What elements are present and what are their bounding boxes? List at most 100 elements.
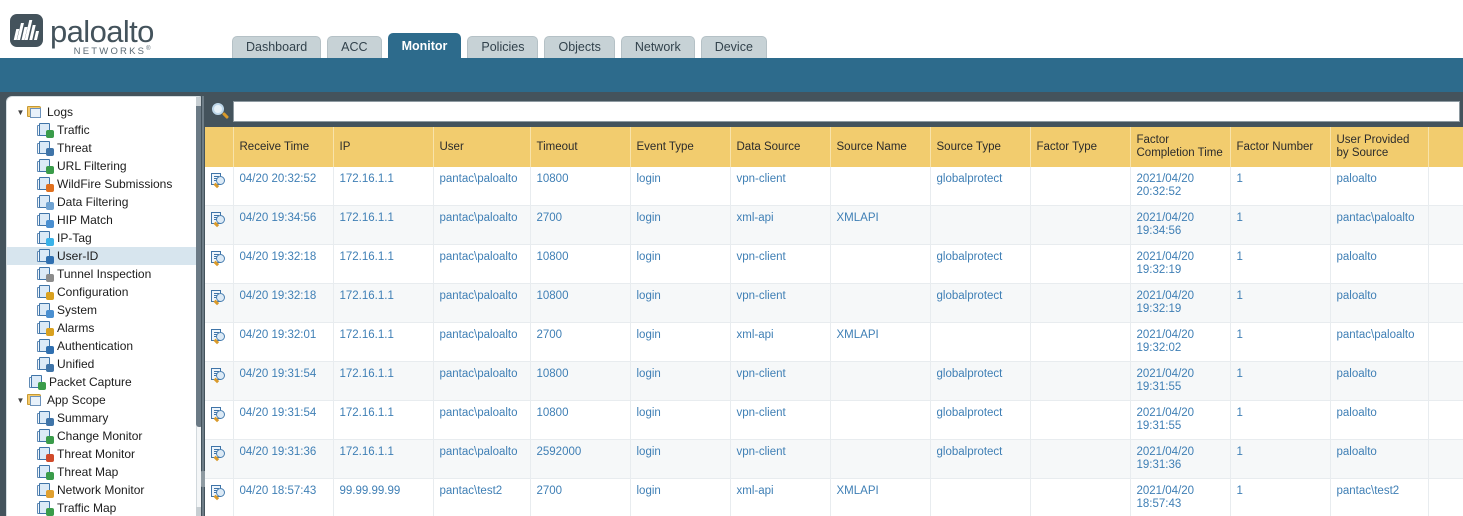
- detail-cell[interactable]: [205, 361, 234, 401]
- log-detail-icon[interactable]: [211, 329, 226, 344]
- table-row[interactable]: 04/20 20:32:52 172.16.1.1 pantac\paloalto 1…: [205, 167, 1463, 206]
- log-detail-icon[interactable]: [211, 251, 226, 266]
- cell-factor_completion_time[interactable]: 2021/04/20 19:32:02: [1130, 322, 1231, 362]
- cell-user_provided_by_source[interactable]: paloalto: [1330, 400, 1429, 440]
- cell-factor_number[interactable]: 1: [1230, 439, 1331, 479]
- cell-event_type[interactable]: login: [630, 283, 731, 323]
- tab-network[interactable]: Network: [620, 36, 695, 58]
- sidebar-item-user-id[interactable]: User-ID: [7, 247, 199, 265]
- column-header-factor_completion_time[interactable]: Factor Completion Time: [1130, 127, 1231, 167]
- column-header-data_source[interactable]: Data Source: [730, 127, 831, 167]
- cell-factor_number[interactable]: 1: [1230, 478, 1331, 516]
- column-header-factor_type[interactable]: Factor Type: [1030, 127, 1131, 167]
- sidebar-item-threat-map[interactable]: Threat Map: [7, 463, 199, 481]
- cell-user_provided_by_source[interactable]: paloalto: [1330, 244, 1429, 284]
- cell-source_name[interactable]: [830, 167, 931, 206]
- cell-ip[interactable]: 172.16.1.1: [333, 244, 434, 284]
- tab-device[interactable]: Device: [700, 36, 767, 58]
- column-header-ip[interactable]: IP: [333, 127, 434, 167]
- table-row[interactable]: 04/20 19:32:01 172.16.1.1 pantac\paloalto 2…: [205, 322, 1463, 362]
- cell-ip[interactable]: 172.16.1.1: [333, 167, 434, 206]
- cell-timeout[interactable]: 2700: [530, 322, 631, 362]
- cell-factor_completion_time[interactable]: 2021/04/20 19:32:19: [1130, 244, 1231, 284]
- cell-user[interactable]: pantac\paloalto: [433, 322, 531, 362]
- cell-source_type[interactable]: globalprotect: [930, 283, 1031, 323]
- detail-cell[interactable]: [205, 167, 234, 206]
- cell-data_source[interactable]: xml-api: [730, 322, 831, 362]
- cell-source_name[interactable]: [830, 244, 931, 284]
- cell-ip[interactable]: 172.16.1.1: [333, 205, 434, 245]
- cell-source_type[interactable]: globalprotect: [930, 400, 1031, 440]
- sidebar-item-ip-tag[interactable]: IP-Tag: [7, 229, 199, 247]
- log-detail-icon[interactable]: [211, 290, 226, 305]
- cell-receive_time[interactable]: 04/20 19:31:54: [233, 400, 334, 440]
- cell-user_provided_by_source[interactable]: paloalto: [1330, 167, 1429, 206]
- cell-user[interactable]: pantac\paloalto: [433, 439, 531, 479]
- cell-factor_number[interactable]: 1: [1230, 361, 1331, 401]
- cell-source_name[interactable]: XMLAPI: [830, 205, 931, 245]
- tab-monitor[interactable]: Monitor: [387, 33, 462, 58]
- cell-user_provided_by_source[interactable]: paloalto: [1330, 439, 1429, 479]
- cell-factor_completion_time[interactable]: 2021/04/20 20:32:52: [1130, 167, 1231, 206]
- cell-source_type[interactable]: [930, 322, 1031, 362]
- cell-user[interactable]: pantac\paloalto: [433, 167, 531, 206]
- column-header-event_type[interactable]: Event Type: [630, 127, 731, 167]
- cell-factor_type[interactable]: [1030, 244, 1131, 284]
- sidebar-item-hip-match[interactable]: HIP Match: [7, 211, 199, 229]
- cell-factor_type[interactable]: [1030, 322, 1131, 362]
- cell-user[interactable]: pantac\paloalto: [433, 205, 531, 245]
- column-header-source_name[interactable]: Source Name: [830, 127, 931, 167]
- cell-factor_type[interactable]: [1030, 167, 1131, 206]
- cell-source_name[interactable]: [830, 439, 931, 479]
- cell-event_type[interactable]: login: [630, 244, 731, 284]
- cell-user_provided_by_source[interactable]: pantac\paloalto: [1330, 205, 1429, 245]
- column-header-detail[interactable]: [205, 127, 234, 167]
- cell-timeout[interactable]: 10800: [530, 400, 631, 440]
- detail-cell[interactable]: [205, 439, 234, 479]
- cell-receive_time[interactable]: 04/20 19:32:18: [233, 283, 334, 323]
- sidebar-item-alarms[interactable]: Alarms: [7, 319, 199, 337]
- cell-factor_completion_time[interactable]: 2021/04/20 19:31:55: [1130, 361, 1231, 401]
- tab-policies[interactable]: Policies: [467, 36, 539, 58]
- cell-source_type[interactable]: globalprotect: [930, 361, 1031, 401]
- tab-objects[interactable]: Objects: [544, 36, 615, 58]
- sidebar-item-app-scope[interactable]: ▼ App Scope: [7, 391, 199, 409]
- table-row[interactable]: 04/20 19:32:18 172.16.1.1 pantac\paloalto 1…: [205, 244, 1463, 284]
- cell-timeout[interactable]: 10800: [530, 167, 631, 206]
- column-header-user[interactable]: User: [433, 127, 531, 167]
- tab-dashboard[interactable]: Dashboard: [232, 36, 322, 58]
- sidebar-item-tunnel-inspection[interactable]: Tunnel Inspection: [7, 265, 199, 283]
- cell-event_type[interactable]: login: [630, 478, 731, 516]
- cell-factor_number[interactable]: 1: [1230, 167, 1331, 206]
- cell-data_source[interactable]: vpn-client: [730, 244, 831, 284]
- table-row[interactable]: 04/20 19:32:18 172.16.1.1 pantac\paloalto 1…: [205, 283, 1463, 323]
- cell-data_source[interactable]: vpn-client: [730, 167, 831, 206]
- cell-factor_number[interactable]: 1: [1230, 205, 1331, 245]
- sidebar-item-logs[interactable]: ▼ Logs: [7, 103, 199, 121]
- detail-cell[interactable]: [205, 283, 234, 323]
- cell-factor_number[interactable]: 1: [1230, 244, 1331, 284]
- cell-user[interactable]: pantac\test2: [433, 478, 531, 516]
- detail-cell[interactable]: [205, 205, 234, 245]
- cell-timeout[interactable]: 10800: [530, 361, 631, 401]
- cell-source_type[interactable]: globalprotect: [930, 439, 1031, 479]
- cell-receive_time[interactable]: 04/20 19:31:36: [233, 439, 334, 479]
- cell-factor_type[interactable]: [1030, 283, 1131, 323]
- cell-factor_completion_time[interactable]: 2021/04/20 19:31:55: [1130, 400, 1231, 440]
- cell-factor_type[interactable]: [1030, 361, 1131, 401]
- cell-factor_type[interactable]: [1030, 205, 1131, 245]
- cell-source_type[interactable]: globalprotect: [930, 244, 1031, 284]
- cell-event_type[interactable]: login: [630, 361, 731, 401]
- cell-ip[interactable]: 99.99.99.99: [333, 478, 434, 516]
- cell-factor_type[interactable]: [1030, 478, 1131, 516]
- cell-event_type[interactable]: login: [630, 205, 731, 245]
- cell-user_provided_by_source[interactable]: paloalto: [1330, 283, 1429, 323]
- cell-user_provided_by_source[interactable]: pantac\paloalto: [1330, 322, 1429, 362]
- cell-timeout[interactable]: 10800: [530, 244, 631, 284]
- detail-cell[interactable]: [205, 478, 234, 516]
- cell-ip[interactable]: 172.16.1.1: [333, 361, 434, 401]
- cell-ip[interactable]: 172.16.1.1: [333, 439, 434, 479]
- cell-factor_number[interactable]: 1: [1230, 322, 1331, 362]
- cell-user[interactable]: pantac\paloalto: [433, 283, 531, 323]
- tab-acc[interactable]: ACC: [327, 36, 382, 58]
